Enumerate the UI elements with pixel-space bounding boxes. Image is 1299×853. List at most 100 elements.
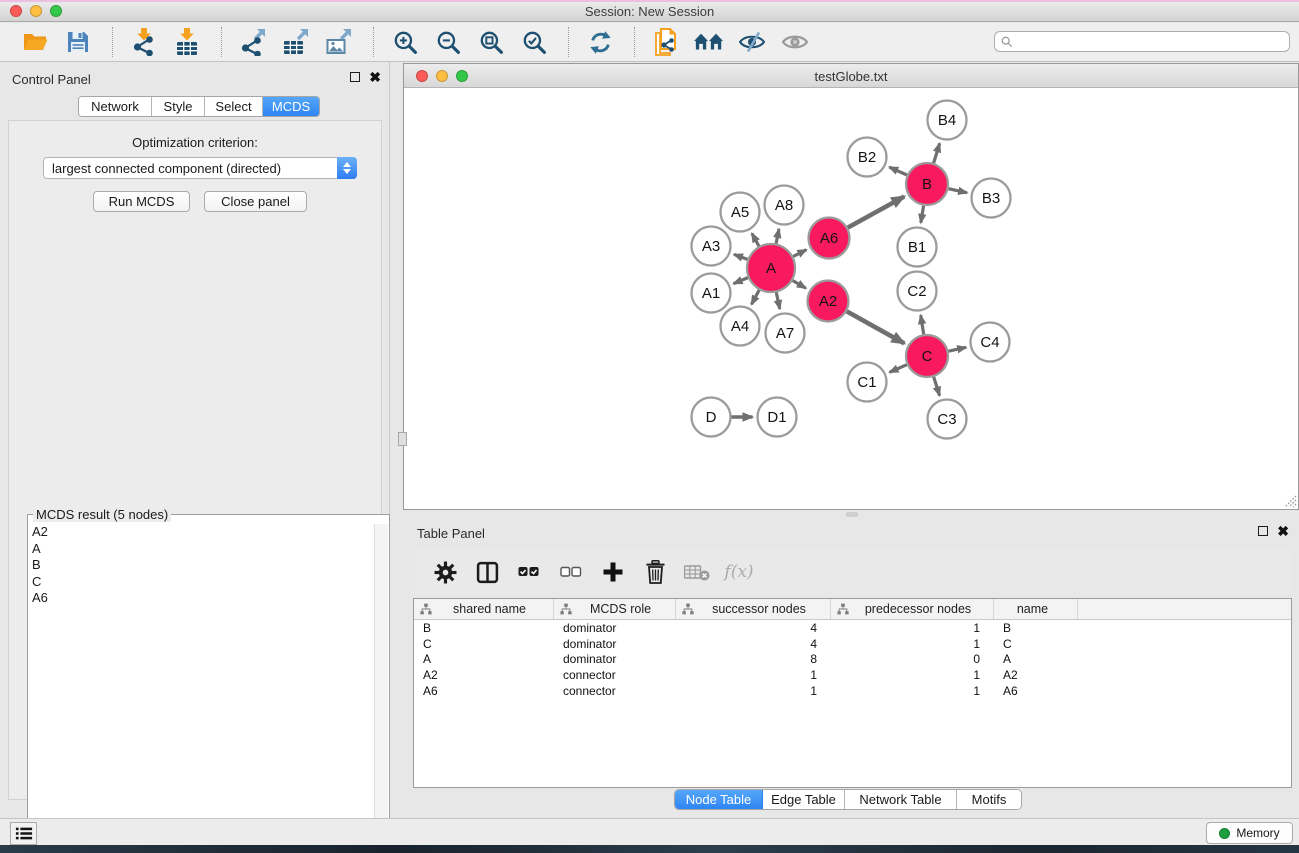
app-title: Session: New Session xyxy=(0,4,1299,19)
graph-node-B2[interactable]: B2 xyxy=(848,138,887,177)
column-header-successor-nodes[interactable]: successor nodes xyxy=(676,599,831,619)
column-header-MCDS-role[interactable]: MCDS role xyxy=(554,599,676,619)
graph-node-A2[interactable]: A2 xyxy=(808,281,849,322)
result-node-item[interactable]: C xyxy=(30,574,373,591)
svg-text:D: D xyxy=(706,409,717,426)
delete-table-icon[interactable] xyxy=(683,558,711,586)
graph-node-D[interactable]: D xyxy=(692,398,731,437)
run-mcds-button[interactable]: Run MCDS xyxy=(93,191,190,212)
delete-icon[interactable] xyxy=(641,558,669,586)
refresh-icon[interactable] xyxy=(585,27,615,57)
network-canvas[interactable]: B4 B2 B B3 A5A8A6 A3 B1 A A1 C2 A2 A4A7 C4 C C1 D D1 C3 xyxy=(404,88,1298,509)
edge-A-A2 xyxy=(793,281,806,289)
save-icon[interactable] xyxy=(63,27,93,57)
edge-A-A3 xyxy=(734,254,748,259)
hide-icon[interactable] xyxy=(737,27,767,57)
graph-node-A4[interactable]: A4 xyxy=(721,307,760,346)
cell-name: A6 xyxy=(994,684,1078,698)
graph-node-C4[interactable]: C4 xyxy=(971,323,1010,362)
graph-node-C1[interactable]: C1 xyxy=(848,363,887,402)
graph-node-A3[interactable]: A3 xyxy=(692,227,731,266)
graph-node-B4[interactable]: B4 xyxy=(928,101,967,140)
column-header-shared-name[interactable]: shared name xyxy=(414,599,554,619)
network-window-title: testGlobe.txt xyxy=(404,69,1298,84)
task-history-button[interactable] xyxy=(10,822,37,845)
deselect-all-icon[interactable] xyxy=(557,558,585,586)
graph-node-D1[interactable]: D1 xyxy=(758,398,797,437)
window-edge-grip[interactable] xyxy=(398,432,407,446)
export-table-icon[interactable] xyxy=(281,27,311,57)
import-table-icon[interactable] xyxy=(172,27,202,57)
table-row[interactable]: A2connector11A2 xyxy=(414,667,1291,683)
table-row[interactable]: Cdominator41C xyxy=(414,636,1291,652)
network-window-titlebar[interactable]: testGlobe.txt xyxy=(404,64,1298,88)
graph-node-C2[interactable]: C2 xyxy=(898,272,937,311)
zoom-selected-icon[interactable] xyxy=(519,27,549,57)
table-row[interactable]: Adominator80A xyxy=(414,651,1291,667)
cell-predecessor-nodes: 0 xyxy=(831,652,994,666)
edge-C-C1 xyxy=(890,365,907,373)
tab-network-table[interactable]: Network Table xyxy=(845,790,957,809)
float-panel-icon[interactable] xyxy=(350,72,360,82)
graph-node-B[interactable]: B xyxy=(906,163,948,205)
add-icon[interactable] xyxy=(599,558,627,586)
column-header-name[interactable]: name xyxy=(994,599,1078,619)
graph-node-B1[interactable]: B1 xyxy=(898,228,937,267)
graph-node-C[interactable]: C xyxy=(906,335,948,377)
export-network-icon[interactable] xyxy=(238,27,268,57)
result-node-item[interactable]: B xyxy=(30,557,373,574)
tab-select[interactable]: Select xyxy=(205,97,263,116)
graph-node-C3[interactable]: C3 xyxy=(928,400,967,439)
function-icon[interactable]: f(x) xyxy=(725,558,753,586)
graph-node-B3[interactable]: B3 xyxy=(972,179,1011,218)
node-table: shared nameMCDS rolesuccessor nodesprede… xyxy=(413,598,1292,788)
criterion-select[interactable]: largest connected component (directed) xyxy=(43,157,357,179)
status-bar: Memory xyxy=(0,818,1299,845)
table-row[interactable]: A6connector11A6 xyxy=(414,683,1291,699)
result-scrollbar[interactable] xyxy=(374,524,388,850)
import-network-icon[interactable] xyxy=(129,27,159,57)
memory-button[interactable]: Memory xyxy=(1206,822,1293,844)
resize-grip-icon[interactable] xyxy=(1282,493,1297,508)
tab-mcds[interactable]: MCDS xyxy=(263,97,319,116)
close-panel-icon[interactable]: ✖ xyxy=(369,72,381,82)
result-node-item[interactable]: A2 xyxy=(30,524,373,541)
tab-network[interactable]: Network xyxy=(79,97,152,116)
select-all-icon[interactable] xyxy=(515,558,543,586)
cell-name: A2 xyxy=(994,668,1078,682)
split-view-icon[interactable] xyxy=(473,558,501,586)
open-folder-icon[interactable] xyxy=(20,27,50,57)
export-image-icon[interactable] xyxy=(324,27,354,57)
edge-A-A6 xyxy=(793,250,806,257)
show-icon[interactable] xyxy=(780,27,810,57)
search-box[interactable] xyxy=(994,31,1290,52)
float-table-panel-icon[interactable] xyxy=(1258,526,1268,536)
edge-A-A1 xyxy=(734,278,748,284)
graph-node-A1[interactable]: A1 xyxy=(692,274,731,313)
tab-edge-table[interactable]: Edge Table xyxy=(763,790,845,809)
graph-node-A8[interactable]: A8 xyxy=(765,186,804,225)
graph-node-A6[interactable]: A6 xyxy=(809,218,850,259)
zoom-fit-icon[interactable] xyxy=(476,27,506,57)
horizontal-scroll-thumb[interactable] xyxy=(846,512,858,517)
result-node-item[interactable]: A xyxy=(30,541,373,558)
graph-node-A[interactable]: A xyxy=(747,244,795,292)
tab-motifs[interactable]: Motifs xyxy=(957,790,1021,809)
graph-node-A7[interactable]: A7 xyxy=(766,314,805,353)
zoom-in-icon[interactable] xyxy=(390,27,420,57)
tab-style[interactable]: Style xyxy=(152,97,205,116)
tab-node-table[interactable]: Node Table xyxy=(675,790,763,809)
close-table-panel-icon[interactable]: ✖ xyxy=(1277,526,1289,536)
desktop-pane: Control Panel ✖ NetworkStyleSelectMCDS O… xyxy=(0,62,1299,818)
table-row[interactable]: Bdominator41B xyxy=(414,620,1291,636)
cell-name: B xyxy=(994,621,1078,635)
clone-network-icon[interactable] xyxy=(651,27,681,57)
result-node-item[interactable]: A6 xyxy=(30,590,373,607)
settings-icon[interactable] xyxy=(431,558,459,586)
zoom-out-icon[interactable] xyxy=(433,27,463,57)
graph-node-A5[interactable]: A5 xyxy=(721,193,760,232)
search-input[interactable] xyxy=(1017,35,1289,49)
home-icon[interactable] xyxy=(694,27,724,57)
close-panel-button[interactable]: Close panel xyxy=(204,191,307,212)
column-header-predecessor-nodes[interactable]: predecessor nodes xyxy=(831,599,994,619)
